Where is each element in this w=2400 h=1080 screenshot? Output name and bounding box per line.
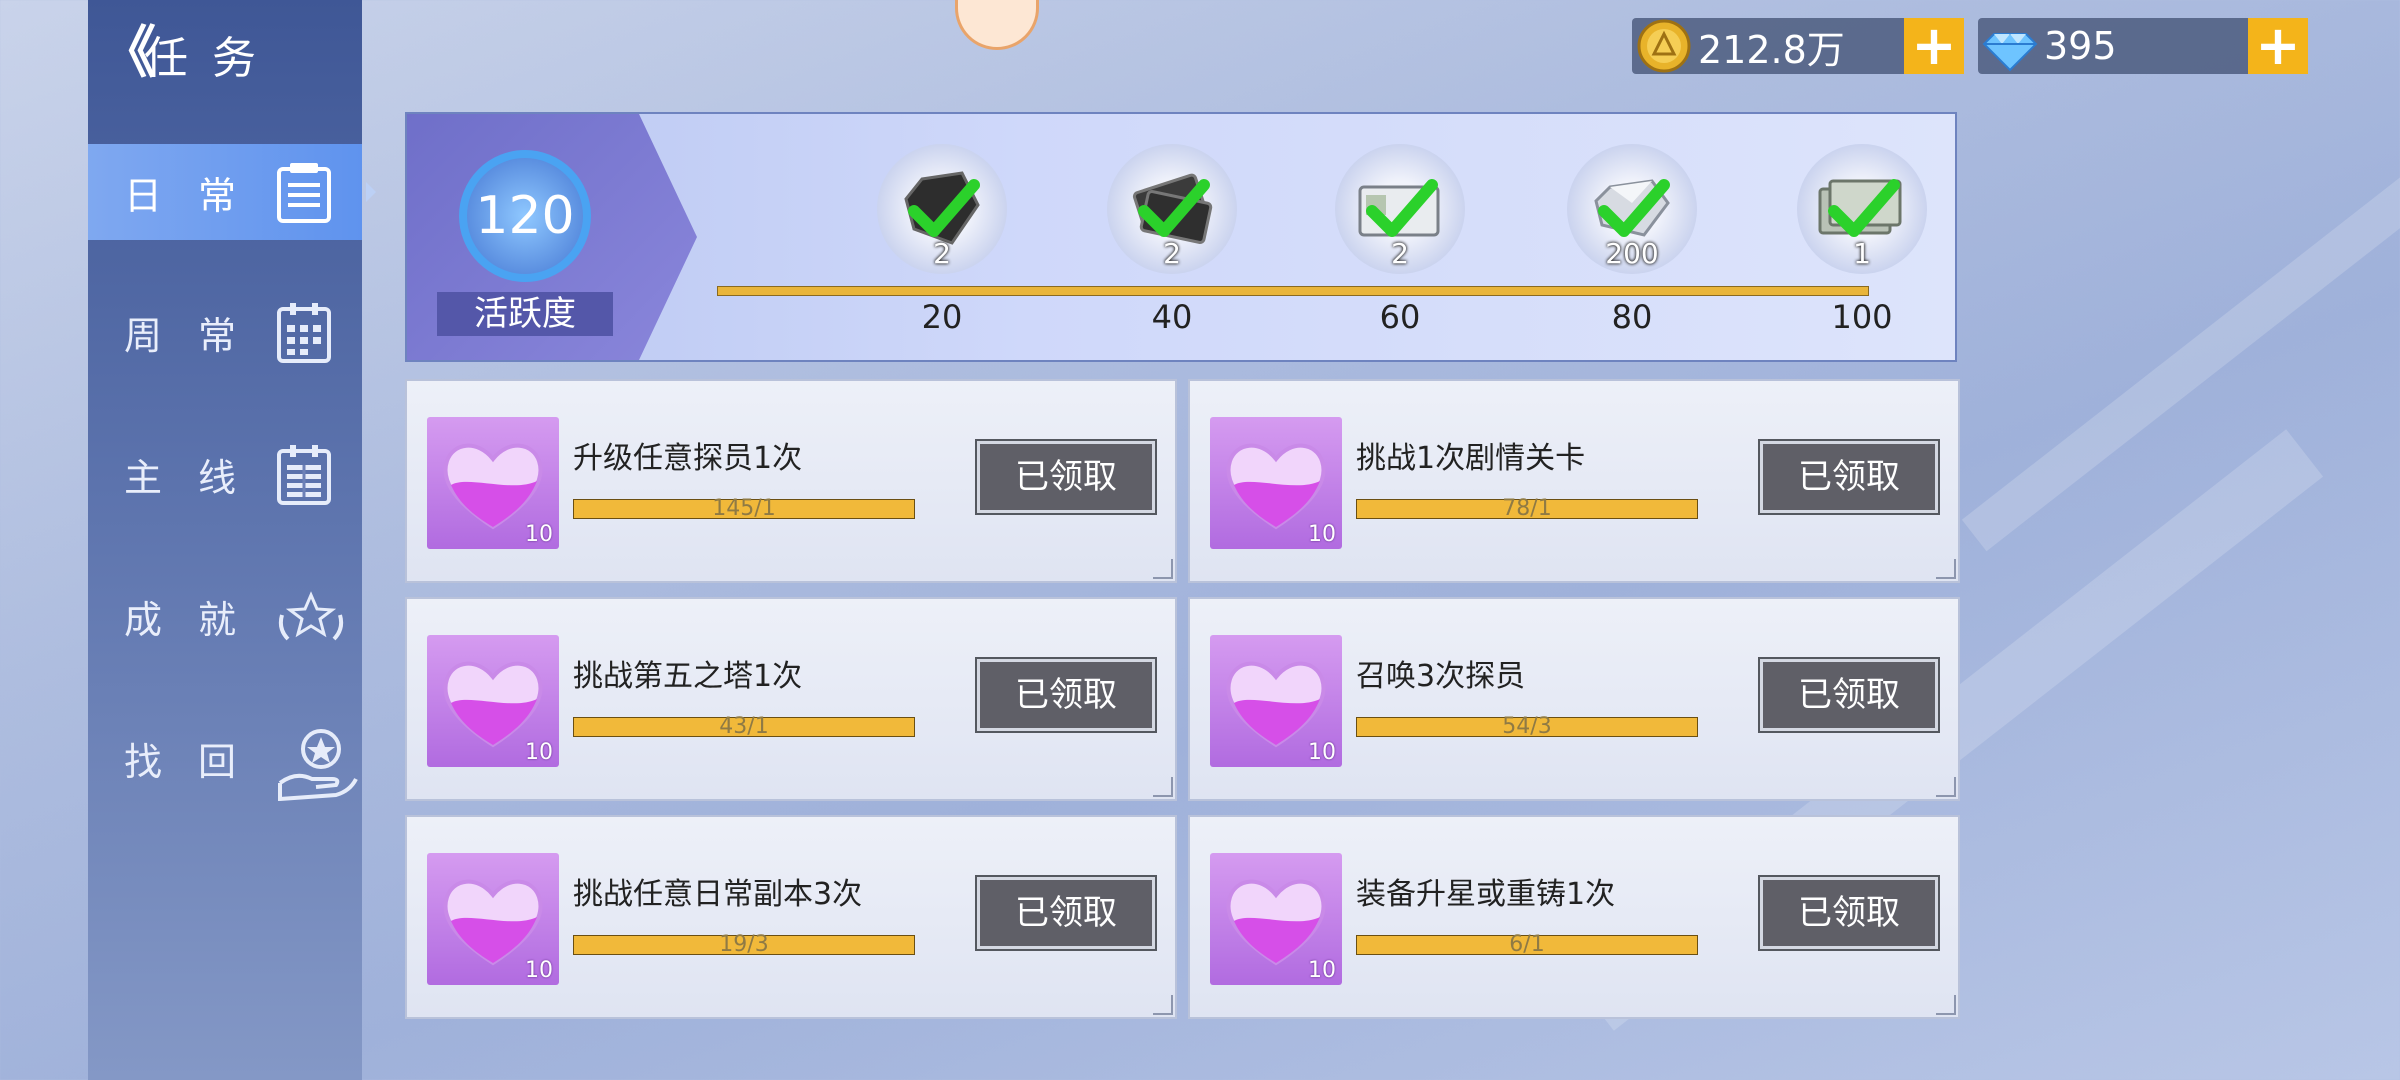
activity-panel: 120 活跃度 2 20 2 40 2 60 200 80 1 100 [405,112,1957,362]
task-name: 装备升星或重铸1次 [1356,877,1616,912]
sidebar-item-weekly[interactable]: 周常 [88,284,362,380]
gold-amount: 212.8万 [1698,27,1845,72]
milestone-count: 2 [1163,237,1181,270]
heart-reward: 10 [427,417,559,549]
milestone-threshold: 60 [1379,298,1421,336]
sidebar-item-mainline[interactable]: 主线 [88,426,362,522]
task-progress-bar: 6/1 [1356,932,1698,957]
milestone-40[interactable]: 2 40 [1107,144,1237,336]
mascot-character[interactable] [955,0,1039,50]
claimed-button[interactable]: 已领取 [975,875,1157,951]
gold-coin-icon [1636,18,1692,74]
task-card: 10 升级任意探员1次 145/1 已领取 [405,379,1177,583]
heart-reward: 10 [427,635,559,767]
add-diamond-button[interactable]: + [2248,18,2308,74]
milestone-threshold: 40 [1151,298,1193,336]
activity-points: 120 [459,150,591,282]
milestone-count: 2 [1391,237,1409,270]
task-name: 升级任意探员1次 [573,441,803,476]
task-progress-bar: 145/1 [573,496,915,521]
task-progress-bar: 43/1 [573,714,915,739]
reward-amount: 10 [525,740,553,765]
weekly-calendar-icon [276,301,332,363]
sidebar-item-label: 周常 [124,313,273,358]
task-progress-text: 54/3 [1502,714,1552,739]
sidebar-item-label: 主线 [124,455,273,500]
milestone-threshold: 80 [1611,298,1653,336]
task-name: 召唤3次探员 [1356,659,1526,694]
add-gold-button[interactable]: + [1904,18,1964,74]
claimed-button[interactable]: 已领取 [975,657,1157,733]
task-progress-text: 145/1 [712,496,776,521]
claimed-button[interactable]: 已领取 [1758,875,1940,951]
reward-amount: 10 [1308,522,1336,547]
milestone-100[interactable]: 1 100 [1797,144,1927,336]
task-progress-bar: 54/3 [1356,714,1698,739]
daily-clipboard-icon [276,161,332,223]
sidebar-item-label: 找回 [124,739,273,784]
sidebar-item-daily[interactable]: 日常 [88,144,376,240]
sidebar-item-retrieve[interactable]: 找回 [88,710,362,806]
milestone-count: 2 [933,237,951,270]
task-progress-text: 78/1 [1502,496,1552,521]
milestone-60[interactable]: 2 60 [1335,144,1465,336]
claimed-button[interactable]: 已领取 [975,439,1157,515]
claimed-button[interactable]: 已领取 [1758,439,1940,515]
gold-currency: 212.8万 + [1632,18,1964,74]
task-name: 挑战第五之塔1次 [573,659,803,694]
milestone-threshold: 100 [1831,298,1893,336]
diamond-currency: 395 + [1978,18,2308,74]
sidebar-item-label: 成就 [124,597,273,642]
back-button[interactable]: 《 [100,26,156,82]
milestone-count: 1 [1853,237,1871,270]
task-progress-text: 19/3 [719,932,769,957]
reward-amount: 10 [525,958,553,983]
task-name: 挑战1次剧情关卡 [1356,441,1586,476]
task-name: 挑战任意日常副本3次 [573,877,863,912]
milestone-20[interactable]: 2 20 [877,144,1007,336]
milestone-threshold: 20 [921,298,963,336]
heart-reward: 10 [1210,853,1342,985]
sidebar-item-label: 日常 [124,173,273,218]
reward-amount: 10 [525,522,553,547]
page-title: 任务 [144,33,280,84]
heart-reward: 10 [1210,417,1342,549]
task-card: 10 挑战第五之塔1次 43/1 已领取 [405,597,1177,801]
retrieve-hand-icon [276,727,358,802]
activity-label: 活跃度 [437,292,613,336]
task-card: 10 挑战任意日常副本3次 19/3 已领取 [405,815,1177,1019]
achievement-laurel-icon [276,585,344,647]
diamond-icon [1982,18,2038,74]
heart-reward: 10 [427,853,559,985]
task-progress-text: 43/1 [719,714,769,739]
sidebar-item-achievement[interactable]: 成就 [88,568,362,664]
task-card: 10 装备升星或重铸1次 6/1 已领取 [1188,815,1960,1019]
reward-amount: 10 [1308,958,1336,983]
milestone-80[interactable]: 200 80 [1567,144,1697,336]
task-progress-text: 6/1 [1509,932,1545,957]
task-progress-bar: 19/3 [573,932,915,957]
background-streak [1961,88,2400,552]
milestone-count: 200 [1605,237,1659,270]
diamond-amount: 395 [2044,24,2117,68]
claimed-button[interactable]: 已领取 [1758,657,1940,733]
reward-amount: 10 [1308,740,1336,765]
task-card: 10 召唤3次探员 54/3 已领取 [1188,597,1960,801]
task-progress-bar: 78/1 [1356,496,1698,521]
task-card: 10 挑战1次剧情关卡 78/1 已领取 [1188,379,1960,583]
header: 《 任务 [100,22,280,86]
heart-reward: 10 [1210,635,1342,767]
mainline-calendar-icon [276,443,332,505]
